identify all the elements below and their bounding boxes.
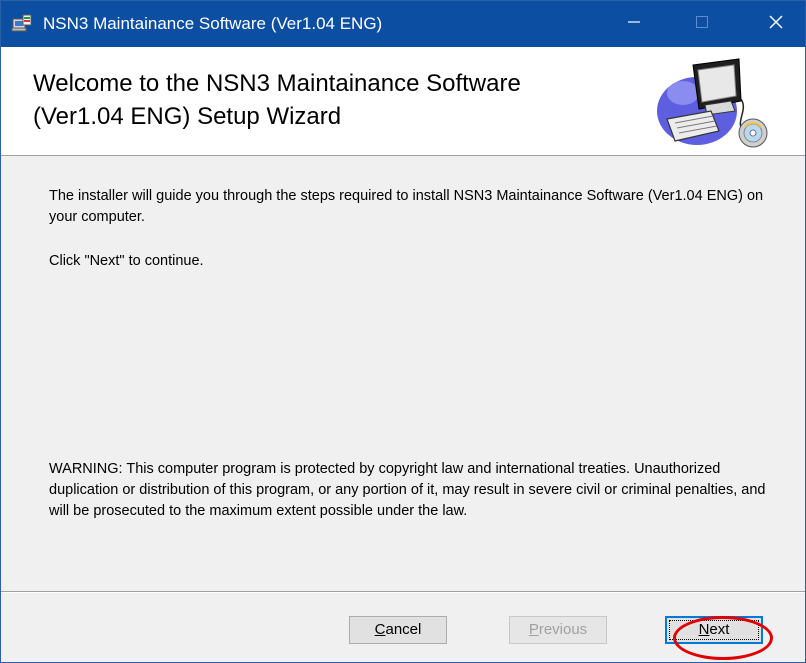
minimize-icon: [627, 15, 641, 34]
wizard-heading: Welcome to the NSN3 Maintainance Softwar…: [33, 70, 521, 130]
close-icon: [768, 14, 784, 35]
title-bar[interactable]: NSN3 Maintainance Software (Ver1.04 ENG): [1, 1, 805, 47]
cancel-accelerator: C: [374, 621, 386, 638]
maximize-icon: [695, 15, 709, 34]
maximize-button[interactable]: [673, 1, 731, 47]
previous-button: Previous: [509, 616, 607, 644]
window-title: NSN3 Maintainance Software (Ver1.04 ENG): [43, 14, 383, 33]
previous-accelerator: P: [528, 621, 539, 638]
wizard-content: The installer will guide you through the…: [1, 156, 805, 591]
instruction-text: Click "Next" to continue.: [49, 253, 204, 269]
next-button[interactable]: Next: [665, 616, 763, 644]
focus-rectangle: [669, 620, 759, 640]
wizard-footer: Cancel Previous Next: [1, 593, 805, 662]
cancel-button[interactable]: Cancel: [349, 616, 447, 644]
previous-label: revious: [538, 621, 588, 638]
intro-text: The installer will guide you through the…: [49, 188, 764, 225]
installer-icon: [11, 13, 33, 35]
close-button[interactable]: [747, 1, 805, 47]
minimize-button[interactable]: [605, 1, 663, 47]
computer-setup-icon: [653, 53, 773, 153]
copyright-warning-text: WARNING: This computer program is protec…: [49, 461, 766, 519]
cancel-label: ancel: [385, 621, 422, 638]
setup-wizard-window: NSN3 Maintainance Software (Ver1.04 ENG)…: [0, 0, 806, 663]
wizard-header: Welcome to the NSN3 Maintainance Softwar…: [1, 47, 805, 156]
